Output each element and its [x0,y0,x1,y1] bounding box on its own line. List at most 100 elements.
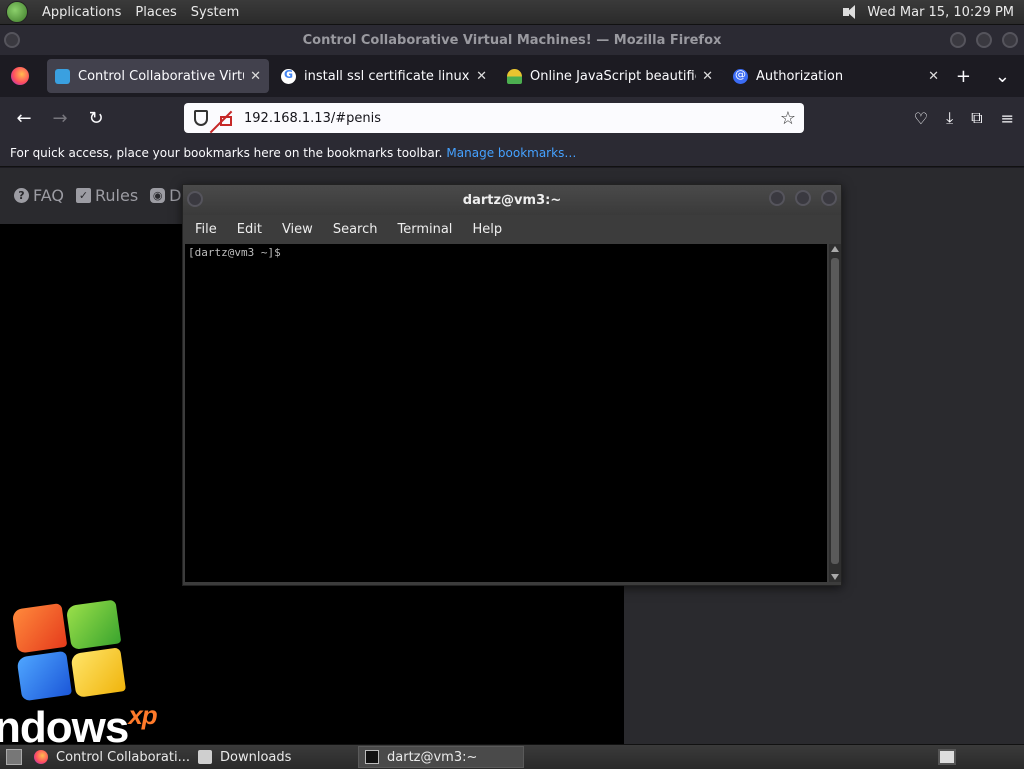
close-tab-icon[interactable]: ✕ [476,69,487,84]
app-menu-icon[interactable]: ≡ [1001,109,1014,128]
new-tab-icon[interactable]: + [956,66,971,87]
xp-logo-word: ndows [0,703,129,744]
taskbar-item-label: dartz@vm3:~ [387,749,478,765]
url-text[interactable]: 192.168.1.13/#penis [244,111,381,126]
extensions-icon[interactable]: ⧉ [971,108,982,128]
panel-tray: Wed Mar 15, 10:29 PM [841,4,1024,20]
nav-faq-label: FAQ [33,186,64,205]
places-menu[interactable]: Places [135,5,176,20]
applications-menu[interactable]: Applications [42,5,121,20]
menu-file[interactable]: File [185,222,227,237]
taskbar-item-label: Downloads [220,749,292,765]
discord-icon: ◉ [150,188,166,203]
nav-discord-label: D [169,186,182,205]
close-button[interactable] [821,190,837,206]
close-tab-icon[interactable]: ✕ [928,69,939,84]
taskbar-item-terminal[interactable]: dartz@vm3:~ [358,746,524,768]
maximize-button[interactable] [795,190,811,206]
firefox-icon [34,750,48,764]
terminal-window-controls [769,190,837,206]
list-tabs-chevron-icon[interactable]: ⌄ [995,66,1010,87]
scroll-down-icon[interactable] [831,574,839,580]
back-arrow-icon[interactable]: ← [6,108,42,129]
terminal-window[interactable]: dartz@vm3:~ File Edit View Search Termin… [182,184,842,586]
taskbar-item-firefox[interactable]: Control Collaborati... [28,746,192,768]
window-title: Control Collaborative Virtual Machines! … [302,32,722,48]
navigation-bar: ← → ↻ 192.168.1.13/#penis ☆ ♡ ⤓ ⧉ ≡ [0,97,1024,139]
pocket-icon[interactable]: ♡ [914,109,928,128]
close-button[interactable] [1002,32,1018,48]
terminal-output[interactable]: [dartz@vm3 ~]$ [185,244,827,582]
folder-icon [198,750,212,764]
bookmark-star-icon[interactable]: ☆ [780,108,796,129]
windows-xp-logo-text: ndowsxp [0,700,158,744]
tab-label: Control Collaborative Virtua [78,68,245,84]
top-panel: Applications Places System Wed Mar 15, 1… [0,0,1024,25]
downloads-icon[interactable]: ⤓ [946,108,953,128]
monitor-icon [55,68,70,84]
tab-control-collaborative[interactable]: Control Collaborative Virtua ✕ [47,59,269,93]
nav-discord[interactable]: ◉ D [150,186,182,205]
shell-prompt: [dartz@vm3 ~]$ [188,246,281,259]
clock[interactable]: Wed Mar 15, 10:29 PM [867,5,1014,20]
terminal-icon [365,750,379,764]
terminal-title: dartz@vm3:~ [462,192,562,208]
tab-authorization[interactable]: Authorization ✕ [725,59,947,93]
firefox-titlebar: Control Collaborative Virtual Machines! … [0,25,1024,55]
maximize-button[interactable] [976,32,992,48]
nav-rules[interactable]: ✓ Rules [76,186,138,205]
firefox-view-icon[interactable] [11,67,29,85]
tab-bar: Control Collaborative Virtua ✕ install s… [0,55,1024,97]
rules-shield-icon: ✓ [76,188,91,203]
forward-arrow-icon[interactable]: → [42,108,78,129]
panel-menus: Applications Places System [0,1,239,23]
terminal-scrollbar[interactable] [829,244,841,582]
tab-js-beautifier[interactable]: Online JavaScript beautifier ✕ [499,59,721,93]
show-desktop-icon[interactable] [6,749,22,765]
gnome-logo-icon[interactable] [6,1,28,23]
minimize-button[interactable] [950,32,966,48]
menu-edit[interactable]: Edit [227,222,272,237]
taskbar-item-label: Control Collaborati... [56,749,190,765]
window-menu-button[interactable] [187,191,203,207]
menu-terminal[interactable]: Terminal [387,222,462,237]
tab-label: Online JavaScript beautifier [530,68,697,84]
tab-label: install ssl certificate linux - G [304,68,470,84]
menu-view[interactable]: View [272,222,323,237]
system-menu[interactable]: System [191,5,239,20]
terminal-menubar: File Edit View Search Terminal Help [183,215,841,244]
bookmarks-hint: For quick access, place your bookmarks h… [10,145,443,160]
workspace-switcher[interactable] [938,749,956,765]
close-tab-icon[interactable]: ✕ [250,69,261,84]
close-tab-icon[interactable]: ✕ [702,69,713,84]
scroll-thumb[interactable] [831,258,839,564]
site-nav: ? FAQ ✓ Rules ◉ D [14,186,182,205]
volume-icon[interactable] [841,4,859,20]
menu-search[interactable]: Search [323,222,388,237]
tracking-shield-icon[interactable] [194,110,208,126]
insecure-lock-icon[interactable] [220,115,232,126]
window-controls [950,32,1018,48]
window-menu-button[interactable] [4,32,20,48]
nav-rules-label: Rules [95,186,139,205]
xp-logo-super: xp [128,700,157,730]
bookmarks-toolbar: For quick access, place your bookmarks h… [0,139,1024,167]
reload-icon[interactable]: ↻ [78,108,114,129]
nav-faq[interactable]: ? FAQ [14,186,64,205]
tab-install-ssl[interactable]: install ssl certificate linux - G ✕ [273,59,495,93]
bottom-taskbar: Control Collaborati... Downloads dartz@v… [0,744,1024,769]
toolbar-right: ♡ ⤓ ⧉ ≡ [914,97,1014,139]
url-bar[interactable]: 192.168.1.13/#penis ☆ [184,103,804,133]
manage-bookmarks-link[interactable]: Manage bookmarks… [446,146,576,160]
js-beautifier-icon [507,68,522,84]
taskbar-item-downloads[interactable]: Downloads [192,746,358,768]
question-icon: ? [14,188,29,203]
at-sign-icon [733,68,748,84]
tab-tools: + ⌄ [956,66,1024,87]
tab-label: Authorization [756,68,844,84]
google-icon [281,68,296,84]
minimize-button[interactable] [769,190,785,206]
terminal-titlebar[interactable]: dartz@vm3:~ [183,185,841,215]
menu-help[interactable]: Help [462,222,512,237]
scroll-up-icon[interactable] [831,246,839,252]
